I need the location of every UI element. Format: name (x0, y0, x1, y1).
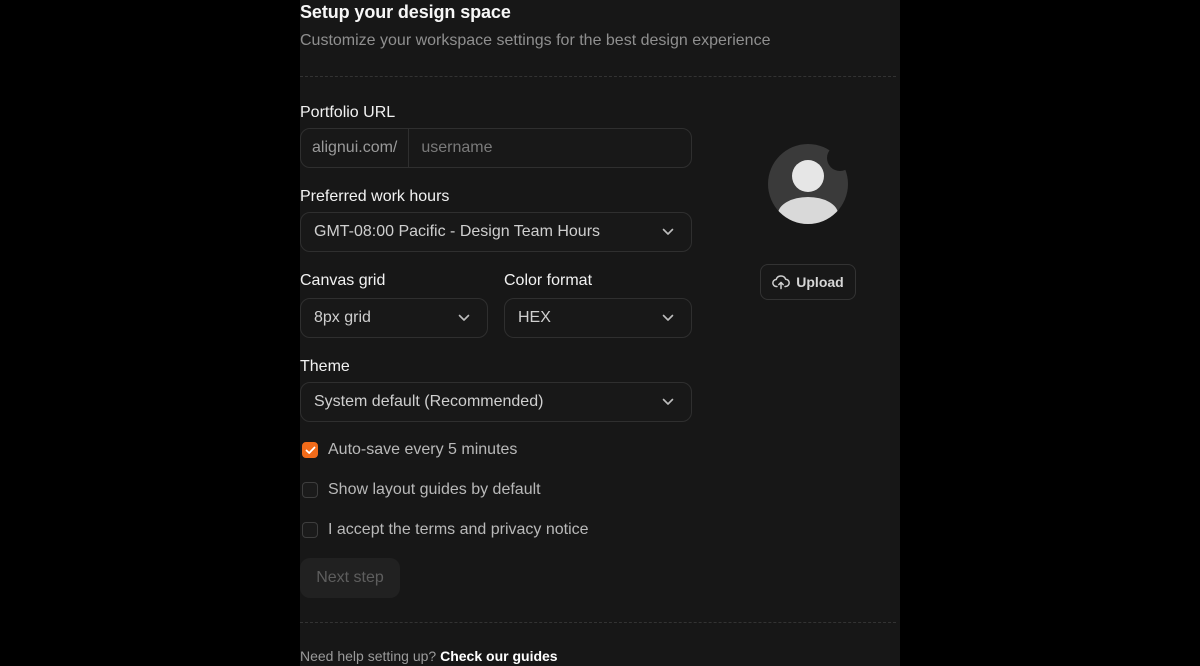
chevron-down-icon (457, 311, 471, 325)
terms-checkbox[interactable] (302, 522, 318, 538)
canvas-grid-select[interactable]: 8px grid (300, 298, 488, 338)
upload-button[interactable]: Upload (760, 264, 856, 300)
user-avatar-icon (768, 144, 848, 224)
terms-checkbox-row[interactable]: I accept the terms and privacy notice (302, 521, 589, 539)
chevron-down-icon (661, 225, 675, 239)
color-format-value: HEX (518, 309, 551, 326)
theme-label: Theme (300, 358, 350, 375)
chevron-down-icon (661, 311, 675, 325)
canvas-grid-value: 8px grid (314, 309, 371, 326)
chevron-down-icon (661, 395, 675, 409)
layout-guides-checkbox[interactable] (302, 482, 318, 498)
autosave-checkbox[interactable] (302, 442, 318, 458)
autosave-checkbox-row[interactable]: Auto-save every 5 minutes (302, 441, 517, 459)
color-format-label: Color format (504, 272, 593, 289)
cloud-upload-icon (772, 275, 791, 290)
setup-panel: Setup your design space Customize your w… (300, 0, 900, 666)
canvas-grid-label: Canvas grid (300, 272, 386, 289)
url-prefix: alignui.com/ (301, 129, 410, 167)
check-guides-link[interactable]: Check our guides (440, 648, 557, 664)
autosave-label: Auto-save every 5 minutes (328, 441, 518, 458)
portfolio-url-field: alignui.com/ (300, 128, 692, 168)
theme-value: System default (Recommended) (314, 393, 544, 410)
upload-label: Upload (796, 274, 844, 290)
help-text: Need help setting up? (300, 648, 437, 664)
username-input[interactable] (409, 129, 691, 167)
work-hours-select[interactable]: GMT-08:00 Pacific - Design Team Hours (300, 212, 692, 252)
bottom-divider (300, 622, 896, 623)
help-footer: Need help setting up? Check our guides (300, 648, 558, 664)
page-subtitle: Customize your workspace settings for th… (300, 32, 771, 49)
color-format-select[interactable]: HEX (504, 298, 692, 338)
portfolio-url-label: Portfolio URL (300, 104, 396, 121)
top-divider (300, 76, 896, 77)
layout-guides-checkbox-row[interactable]: Show layout guides by default (302, 481, 541, 499)
work-hours-value: GMT-08:00 Pacific - Design Team Hours (314, 223, 601, 240)
terms-label: I accept the terms and privacy notice (328, 521, 589, 538)
check-icon (305, 446, 315, 454)
page-title: Setup your design space (300, 2, 511, 22)
layout-guides-label: Show layout guides by default (328, 481, 541, 498)
work-hours-label: Preferred work hours (300, 188, 450, 205)
next-step-button[interactable]: Next step (300, 558, 400, 598)
theme-select[interactable]: System default (Recommended) (300, 382, 692, 422)
